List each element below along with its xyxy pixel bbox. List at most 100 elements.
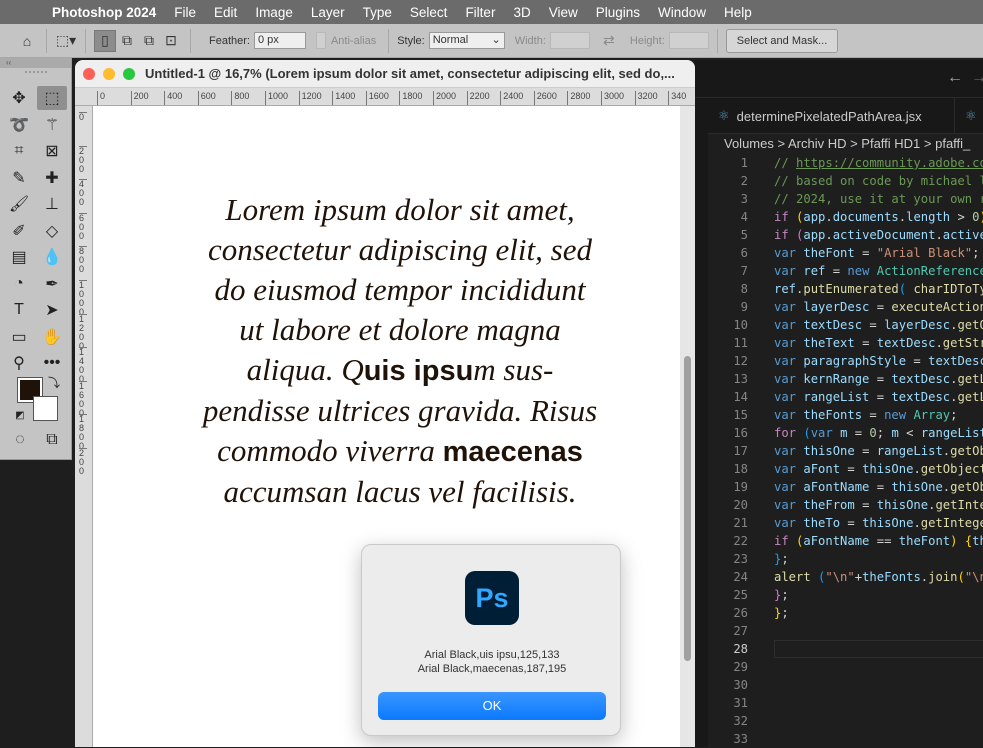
line-number: 11 bbox=[708, 334, 748, 352]
code-token: var bbox=[774, 498, 803, 512]
code-area[interactable]: 1// https://community.adobe.co2// based … bbox=[708, 154, 983, 748]
code-line: 2// based on code by michael l bbox=[708, 172, 983, 190]
horizontal-ruler[interactable]: 0200400600800100012001400160018002000220… bbox=[75, 88, 695, 106]
code-token: > bbox=[950, 210, 972, 224]
menu-plugins[interactable]: Plugins bbox=[596, 5, 640, 20]
code-token: ( bbox=[899, 282, 914, 296]
background-color-swatch[interactable] bbox=[33, 396, 58, 421]
grip-handle[interactable] bbox=[25, 71, 47, 79]
menu-3d[interactable]: 3D bbox=[513, 5, 530, 20]
more-tools-tool-icon[interactable]: ••• bbox=[37, 351, 67, 375]
line-number: 29 bbox=[708, 658, 748, 676]
menu-type[interactable]: Type bbox=[363, 5, 392, 20]
code-token: ; bbox=[781, 552, 788, 566]
breadcrumb[interactable]: Volumes > Archiv HD > Pfaffi HD1 > pfaff… bbox=[724, 136, 970, 151]
ruler-label: 0 bbox=[79, 112, 87, 122]
crop-tool-icon[interactable]: ⌗ bbox=[4, 139, 34, 163]
path-selection-tool-icon[interactable]: ➤ bbox=[37, 298, 67, 322]
text-run: accumsan lacus vel facilisis. bbox=[224, 474, 577, 509]
apple-icon[interactable] bbox=[20, 4, 38, 20]
eyedropper-tool-icon[interactable]: ✎ bbox=[4, 166, 34, 190]
feather-input[interactable]: 0 px bbox=[254, 32, 306, 49]
menu-layer[interactable]: Layer bbox=[311, 5, 345, 20]
eraser-tool-icon[interactable]: ◇ bbox=[37, 219, 67, 243]
rectangle-tool-icon[interactable]: ▭ bbox=[4, 325, 34, 349]
move-tool-icon[interactable]: ✥ bbox=[4, 86, 34, 110]
options-bar: ⌂ ⬚▾ ▯ ⧉ ⧉ ⊡ Feather: 0 px Anti-alias St… bbox=[0, 24, 983, 58]
forward-arrow-icon[interactable]: → bbox=[971, 69, 983, 87]
menu-select[interactable]: Select bbox=[410, 5, 448, 20]
subtract-selection-icon[interactable]: ⧉ bbox=[138, 30, 160, 52]
clone-stamp-tool-icon[interactable]: ⊥ bbox=[37, 192, 67, 216]
code-token: charIDToTy bbox=[913, 282, 983, 296]
menu-edit[interactable]: Edit bbox=[214, 5, 237, 20]
type-tool-icon[interactable]: T bbox=[4, 298, 34, 322]
code-token: = bbox=[855, 336, 877, 350]
line-number: 2 bbox=[708, 172, 748, 190]
pen-tool-icon[interactable]: ✒ bbox=[37, 272, 67, 296]
rectangular-marquee-tool-icon[interactable]: ⬚ bbox=[37, 86, 67, 110]
collapse-icon[interactable]: ‹‹ bbox=[0, 58, 71, 68]
code-token: var bbox=[774, 264, 803, 278]
menu-help[interactable]: Help bbox=[724, 5, 752, 20]
swap-colors-icon[interactable]: ⤵ bbox=[44, 374, 64, 390]
marquee-preset-icon[interactable]: ⬚▾ bbox=[55, 30, 77, 52]
menu-view[interactable]: View bbox=[549, 5, 578, 20]
tab-other[interactable]: ⚛ bbox=[955, 98, 983, 134]
code-token: ( bbox=[957, 570, 964, 584]
code-token: ; bbox=[950, 408, 957, 422]
add-selection-icon[interactable]: ⧉ bbox=[116, 30, 138, 52]
line-number: 20 bbox=[708, 496, 748, 514]
menu-image[interactable]: Image bbox=[255, 5, 293, 20]
height-input[interactable] bbox=[669, 32, 709, 49]
tab-file[interactable]: ⚛determinePixelatedPathArea.jsx bbox=[708, 98, 955, 134]
brush-tool-icon[interactable]: 🖌 bbox=[4, 192, 34, 216]
back-arrow-icon[interactable]: ← bbox=[947, 69, 963, 87]
code-text: alert ("\n"+theFonts.join("\n bbox=[774, 568, 983, 586]
dodge-tool-icon[interactable]: ◔ bbox=[4, 272, 34, 296]
home-icon[interactable]: ⌂ bbox=[16, 30, 38, 52]
intersect-selection-icon[interactable]: ⊡ bbox=[160, 30, 182, 52]
healing-brush-tool-icon[interactable]: ✚ bbox=[37, 166, 67, 190]
code-line: 4if (app.documents.length > 0) bbox=[708, 208, 983, 226]
line-number: 1 bbox=[708, 154, 748, 172]
width-input[interactable] bbox=[550, 32, 590, 49]
code-token: . bbox=[935, 228, 942, 242]
code-token: var bbox=[774, 318, 803, 332]
magic-wand-tool-icon[interactable]: ⚚ bbox=[37, 113, 67, 137]
screen-mode-icon[interactable]: ⧉ bbox=[37, 428, 67, 452]
ok-button[interactable]: OK bbox=[378, 692, 606, 720]
hand-tool-icon[interactable]: ✋ bbox=[37, 325, 67, 349]
select-and-mask-button[interactable]: Select and Mask... bbox=[726, 29, 839, 53]
lasso-tool-icon[interactable]: ➰ bbox=[4, 113, 34, 137]
antialias-checkbox[interactable] bbox=[316, 32, 326, 49]
default-colors-icon[interactable]: ◩ bbox=[12, 408, 28, 422]
ruler-label: 1 4 0 0 bbox=[79, 347, 87, 384]
code-token: rangeList bbox=[803, 390, 869, 404]
divider bbox=[190, 29, 191, 53]
quick-mask-icon[interactable]: ◌ bbox=[5, 428, 35, 452]
zoom-tool-icon[interactable]: ⚲ bbox=[4, 351, 34, 375]
menu-file[interactable]: File bbox=[174, 5, 196, 20]
gradient-tool-icon[interactable]: ▤ bbox=[4, 245, 34, 269]
zoom-icon[interactable] bbox=[123, 68, 135, 80]
text-layer[interactable]: Lorem ipsum dolor sit amet,consectetur a… bbox=[175, 190, 625, 512]
style-select[interactable]: Normal⌄ bbox=[429, 32, 505, 49]
code-text: for (var m = 0; m < rangeList bbox=[774, 424, 983, 442]
frame-tool-icon[interactable]: ⊠ bbox=[37, 139, 67, 163]
blur-tool-icon[interactable]: 💧 bbox=[37, 245, 67, 269]
height-label: Height: bbox=[630, 35, 665, 47]
close-icon[interactable] bbox=[83, 68, 95, 80]
history-brush-tool-icon[interactable]: ✐ bbox=[4, 219, 34, 243]
app-menu[interactable]: Photoshop 2024 bbox=[52, 5, 156, 20]
vertical-scrollbar[interactable] bbox=[680, 106, 695, 747]
menu-window[interactable]: Window bbox=[658, 5, 706, 20]
menu-filter[interactable]: Filter bbox=[465, 5, 495, 20]
swap-icon[interactable]: ⇄ bbox=[598, 30, 620, 52]
new-selection-icon[interactable]: ▯ bbox=[94, 30, 116, 52]
vertical-ruler[interactable]: 02 0 04 0 06 0 08 0 01 0 0 01 2 0 01 4 0… bbox=[75, 106, 93, 747]
code-line: 19var aFontName = thisOne.getOb bbox=[708, 478, 983, 496]
scrollbar-thumb[interactable] bbox=[684, 356, 691, 661]
minimize-icon[interactable] bbox=[103, 68, 115, 80]
line-number: 4 bbox=[708, 208, 748, 226]
